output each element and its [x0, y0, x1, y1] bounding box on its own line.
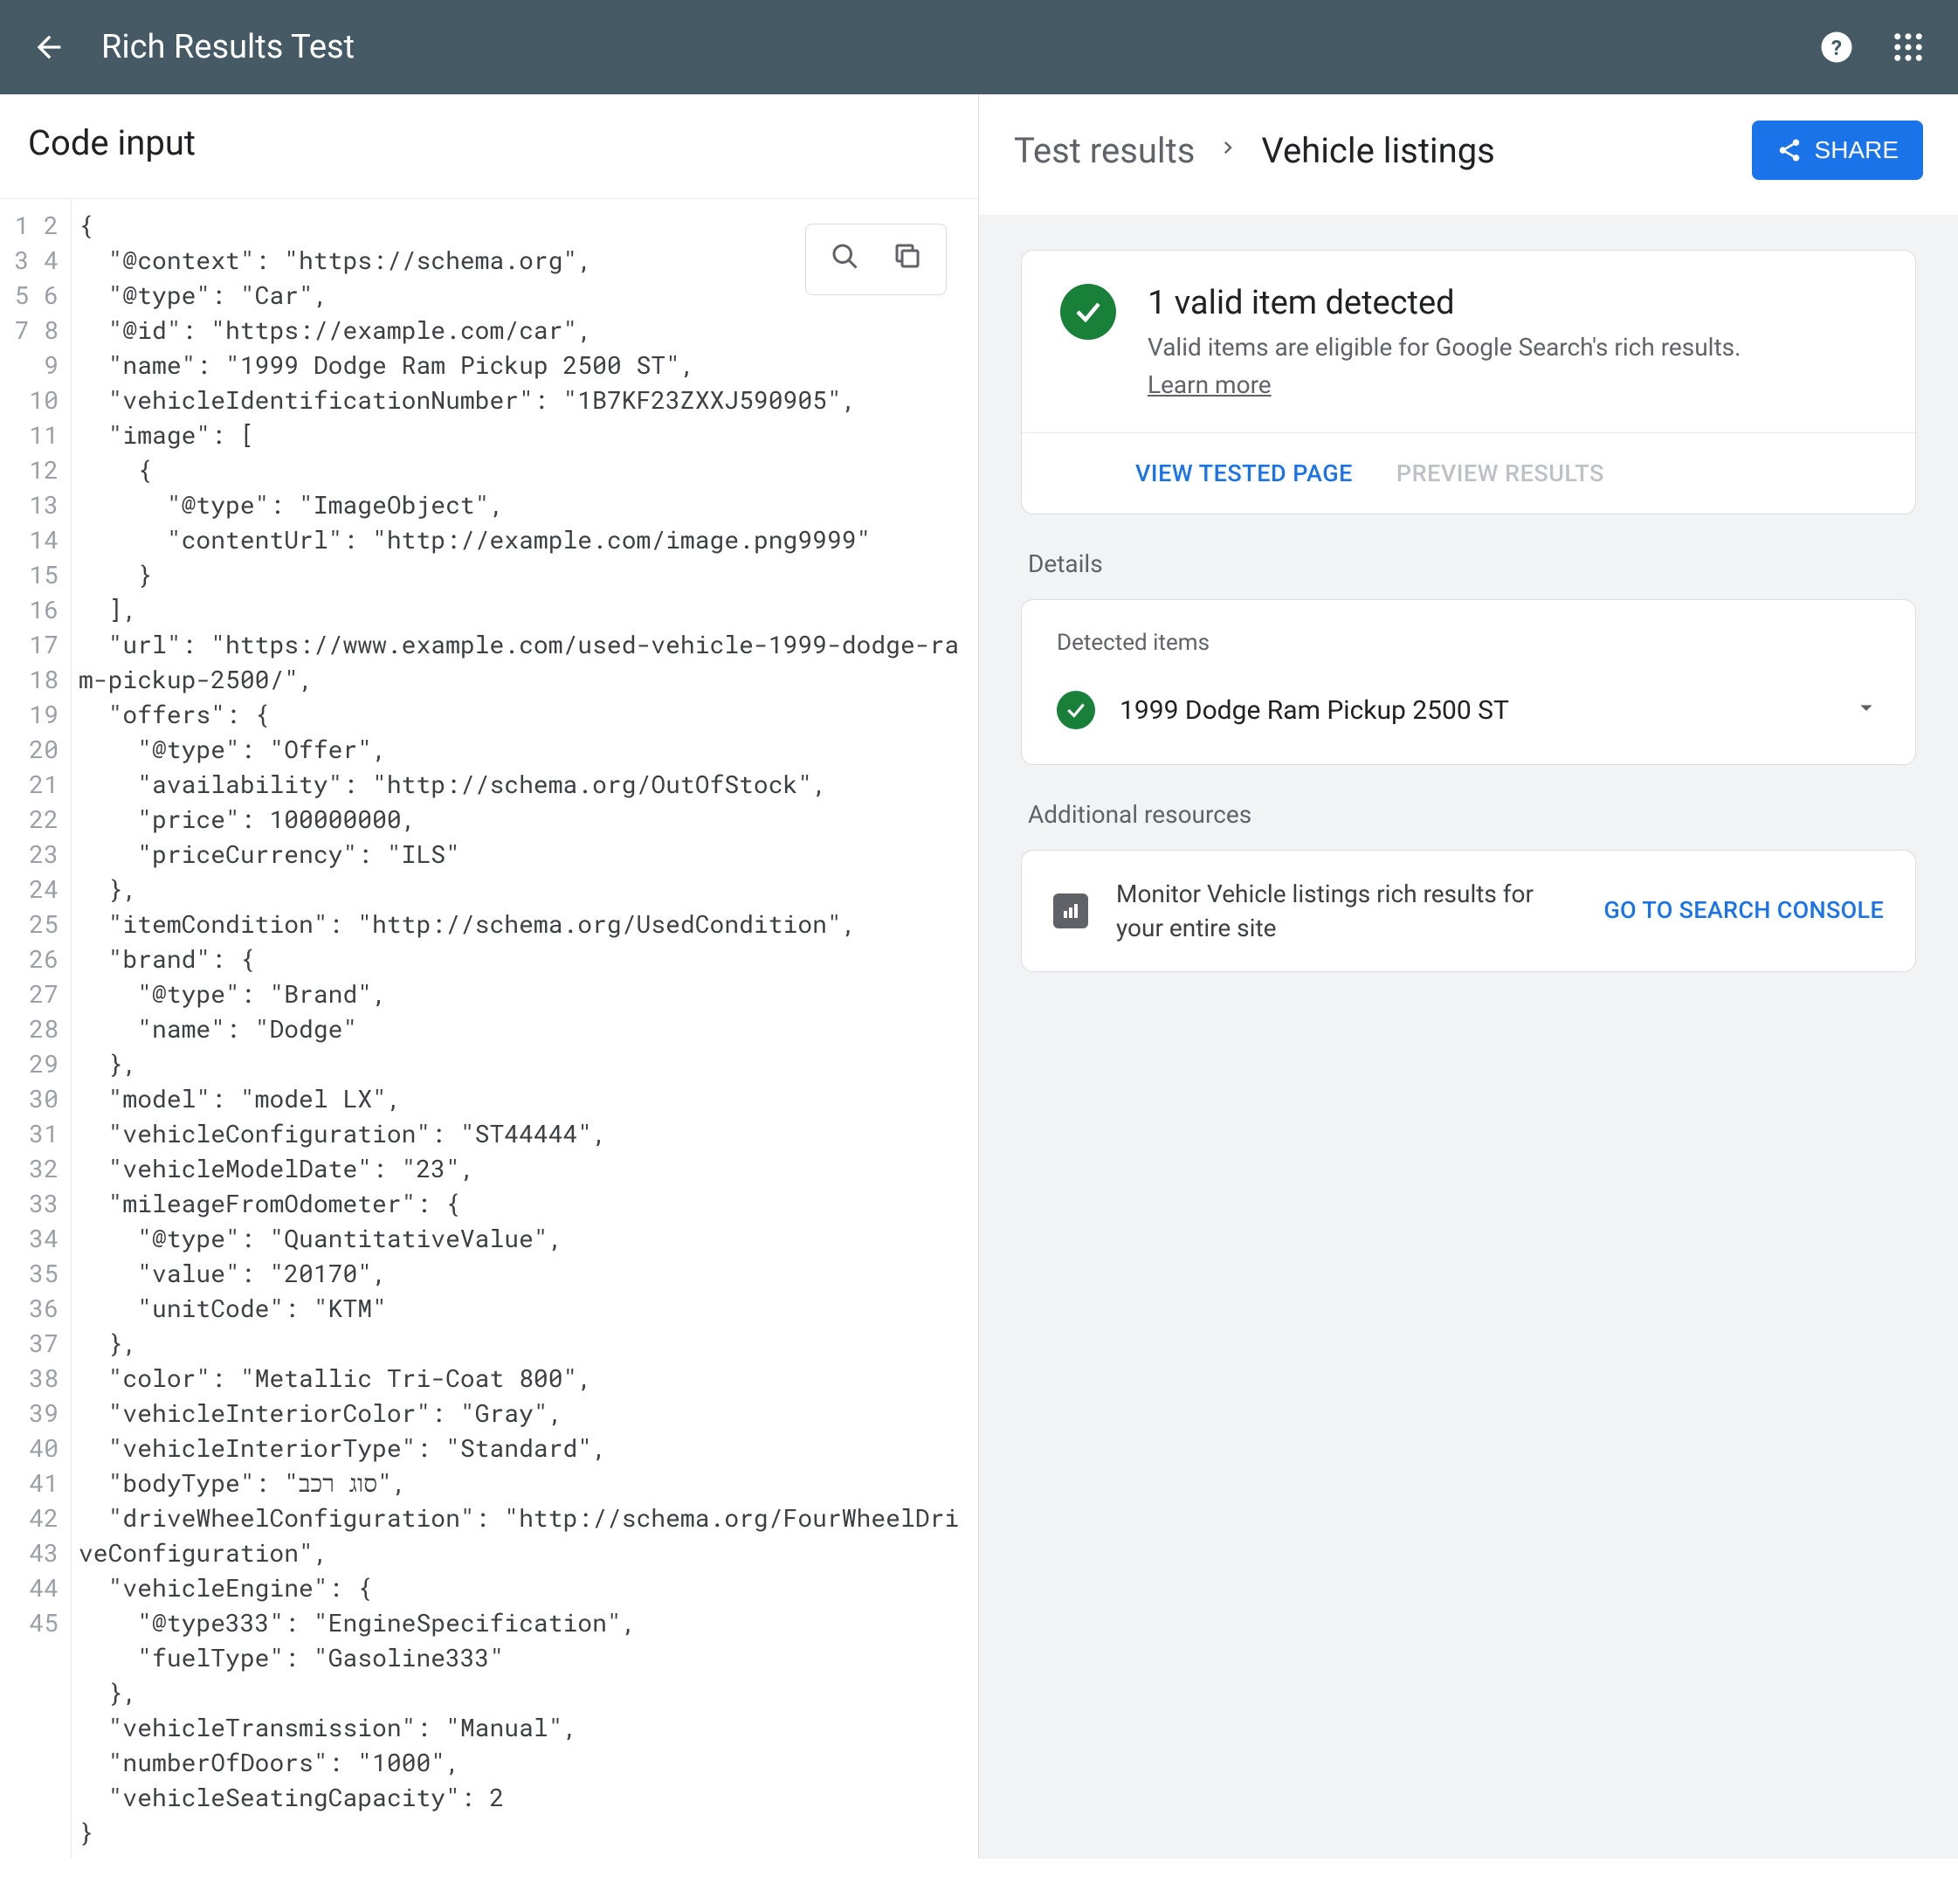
back-icon[interactable]	[31, 30, 66, 65]
detected-item-name: 1999 Dodge Ram Pickup 2500 ST	[1120, 695, 1828, 726]
share-button[interactable]: SHARE	[1752, 121, 1923, 180]
app-title: Rich Results Test	[101, 28, 1783, 66]
result-subtext: Valid items are eligible for Google Sear…	[1148, 333, 1741, 362]
result-headline: 1 valid item detected	[1148, 284, 1741, 322]
check-icon	[1060, 284, 1116, 340]
topbar: Rich Results Test ?	[0, 0, 1958, 94]
breadcrumb-leaf: Vehicle listings	[1261, 130, 1494, 171]
results-panel: Test results Vehicle listings SHARE 1 va…	[979, 94, 1958, 1859]
results-header: Test results Vehicle listings SHARE	[979, 94, 1958, 215]
svg-text:?: ?	[1831, 35, 1842, 60]
view-tested-page-link[interactable]: VIEW TESTED PAGE	[1135, 459, 1353, 487]
chevron-right-icon	[1216, 135, 1240, 166]
result-card: 1 valid item detected Valid items are el…	[1021, 250, 1916, 514]
detected-items-card: Detected items 1999 Dodge Ram Pickup 250…	[1021, 599, 1916, 765]
breadcrumb-root[interactable]: Test results	[1014, 130, 1195, 171]
copy-icon[interactable]	[892, 240, 923, 279]
resource-text: Monitor Vehicle listings rich results fo…	[1116, 877, 1575, 945]
preview-results-link: PREVIEW RESULTS	[1396, 459, 1604, 487]
code-editor[interactable]: 1 2 3 4 5 6 7 8 9 10 11 12 13 14 15 16 1…	[0, 198, 978, 1859]
go-to-search-console-link[interactable]: GO TO SEARCH CONSOLE	[1603, 894, 1884, 928]
line-numbers: 1 2 3 4 5 6 7 8 9 10 11 12 13 14 15 16 1…	[0, 199, 72, 1859]
help-icon[interactable]: ?	[1818, 29, 1855, 66]
apps-icon[interactable]	[1890, 29, 1927, 66]
chevron-down-icon[interactable]	[1852, 693, 1880, 728]
resource-card: Monitor Vehicle listings rich results fo…	[1021, 850, 1916, 972]
check-icon	[1057, 691, 1095, 729]
code-panel: Code input 1 2 3 4 5 6 7 8 9 10 11 12 13…	[0, 94, 979, 1859]
detected-item-row[interactable]: 1999 Dodge Ram Pickup 2500 ST	[1057, 680, 1880, 747]
search-icon[interactable]	[829, 240, 860, 279]
code-toolbar	[805, 224, 947, 295]
code-panel-title: Code input	[0, 94, 978, 198]
additional-resources-label: Additional resources	[1028, 800, 1916, 829]
details-section-label: Details	[1028, 549, 1916, 578]
analytics-icon	[1053, 893, 1088, 928]
code-content[interactable]: { "@context": "https://schema.org", "@ty…	[72, 199, 978, 1859]
share-label: SHARE	[1815, 136, 1899, 164]
learn-more-link[interactable]: Learn more	[1148, 370, 1272, 399]
detected-items-heading: Detected items	[1057, 630, 1880, 656]
